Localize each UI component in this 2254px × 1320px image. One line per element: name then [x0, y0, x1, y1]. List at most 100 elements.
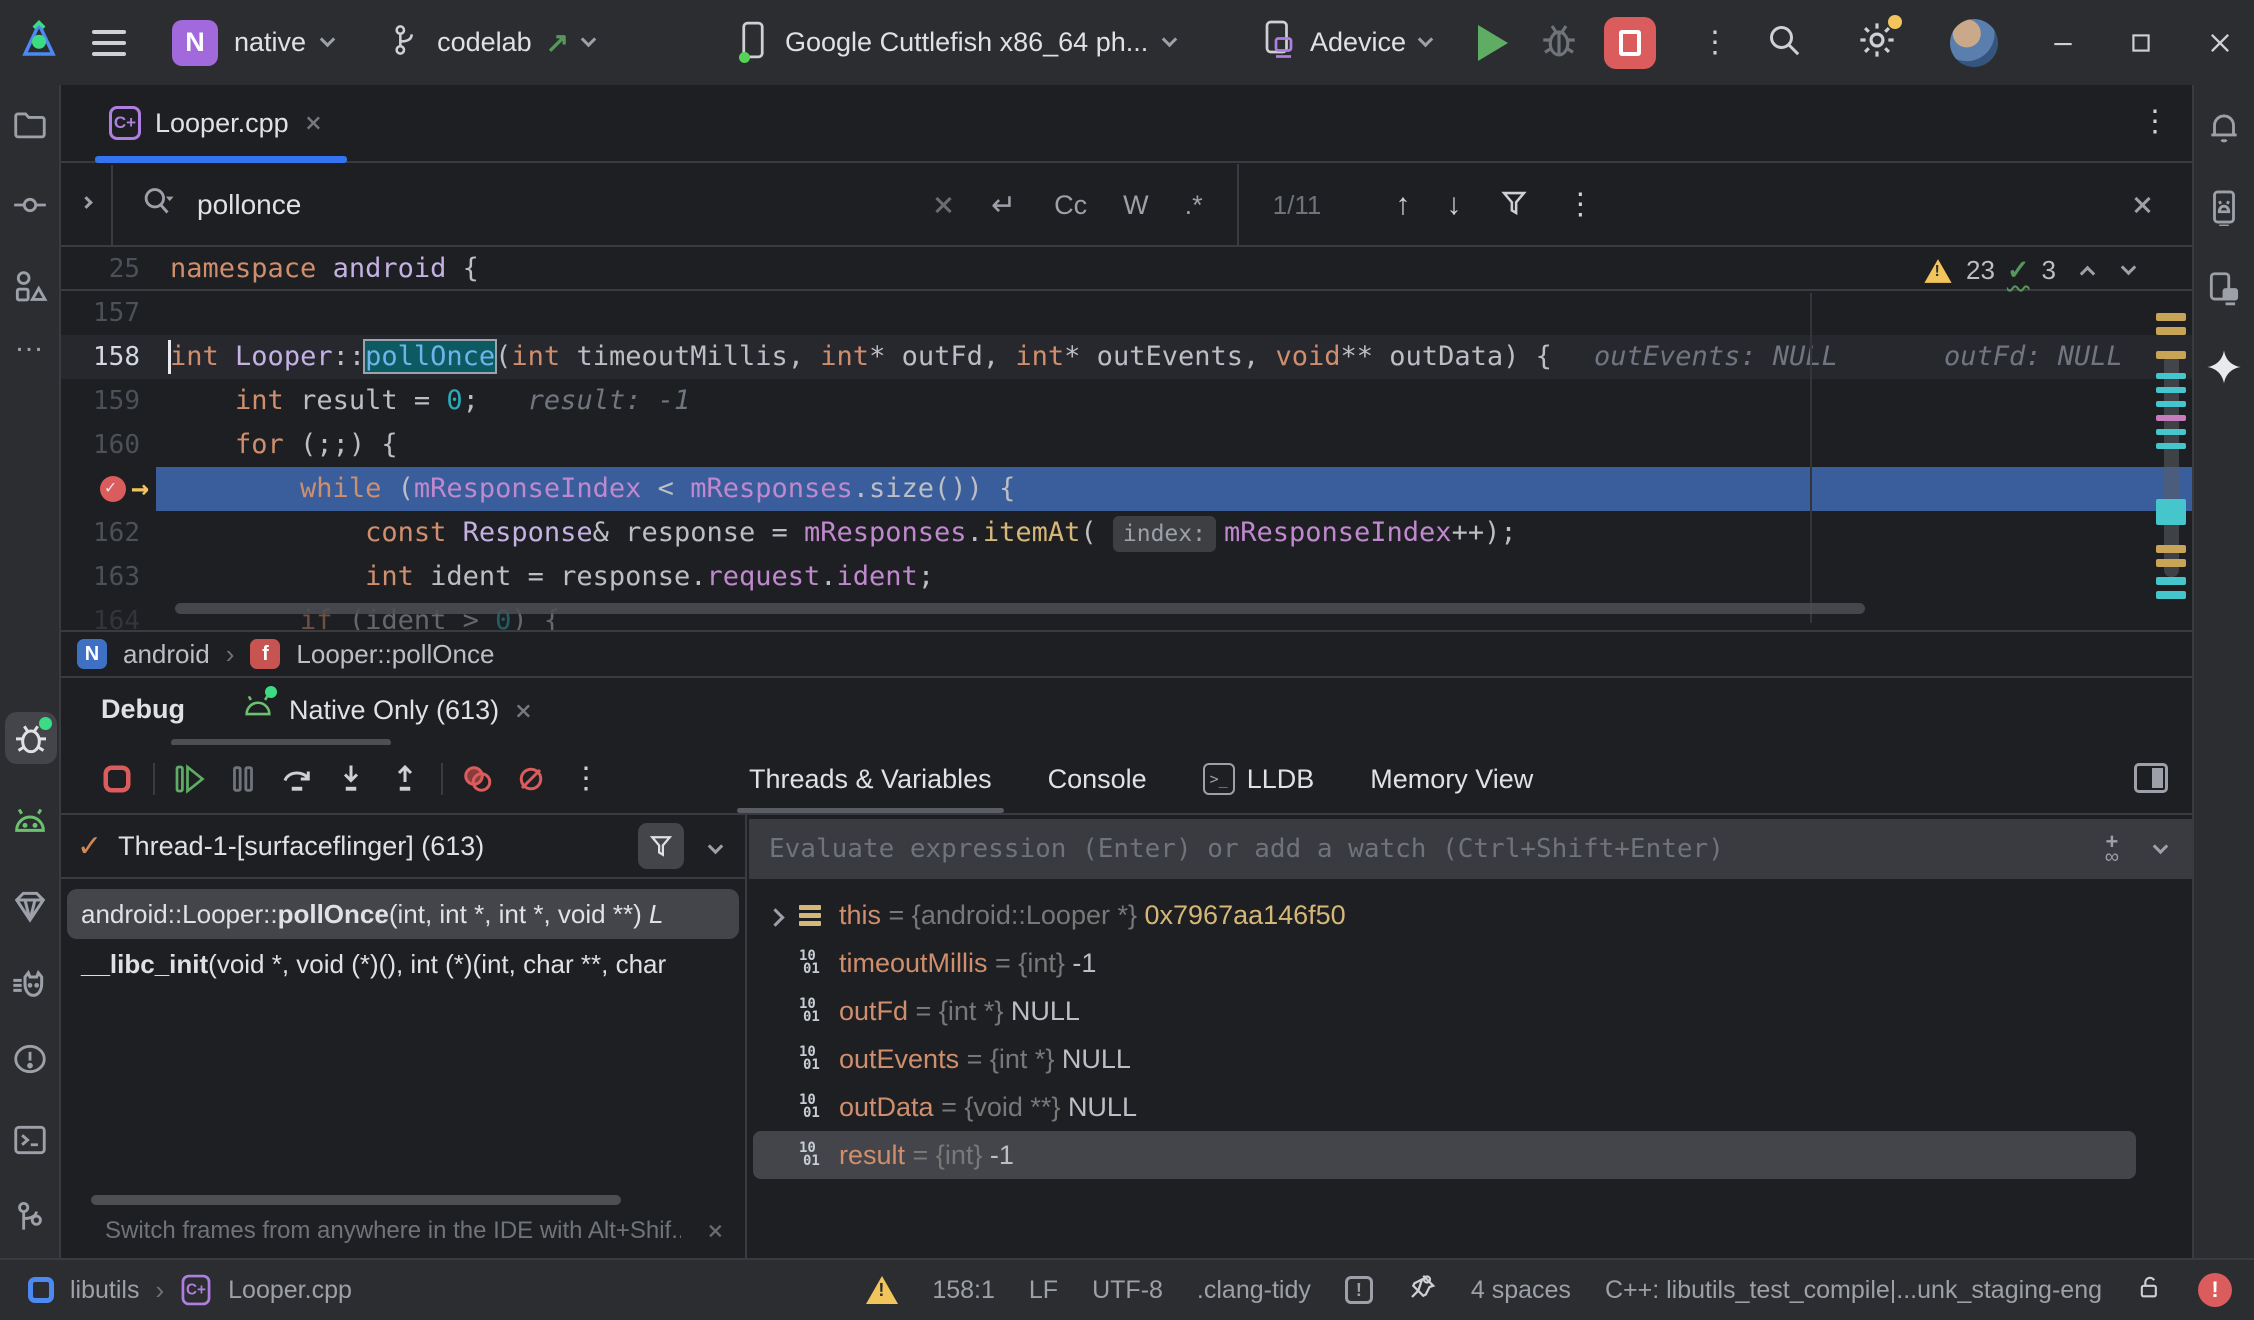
pin-icon[interactable] [1407, 1272, 1437, 1309]
vcs-branch-widget[interactable]: codelab ↗ [389, 23, 594, 62]
newline-icon[interactable]: ↵ [991, 188, 1016, 223]
statusbar-module[interactable]: libutils [70, 1276, 139, 1305]
tab-close-icon[interactable] [305, 115, 321, 131]
variable-row-result[interactable]: 1001result = {int} -1 [753, 1131, 2136, 1179]
thread-selector[interactable]: ✓ Thread-1-[surfaceflinger] (613) [61, 815, 745, 879]
line-number[interactable]: 157 [61, 291, 156, 335]
evaluate-expression-bar[interactable]: Evaluate expression (Enter) or add a wat… [749, 819, 2192, 879]
debug-tool-window-icon[interactable] [5, 712, 57, 764]
gemini-sparkle-icon[interactable] [2204, 347, 2244, 387]
search-expand-chevron[interactable] [61, 165, 113, 245]
line-number[interactable]: 164 [61, 599, 156, 630]
close-session-icon[interactable] [515, 703, 531, 719]
problems-icon[interactable] [10, 1039, 50, 1079]
app-quality-insights-icon[interactable] [10, 885, 50, 925]
search-filter-icon[interactable] [1497, 186, 1531, 225]
frames-scrollbar[interactable] [91, 1195, 621, 1205]
adevice-selector[interactable]: Adevice [1262, 0, 1431, 85]
expand-chevron[interactable] [761, 900, 799, 931]
inspections-widget[interactable]: 23 ✓ 3 [1922, 255, 2134, 286]
step-over-button[interactable] [275, 757, 319, 801]
clear-search-icon[interactable] [933, 195, 953, 215]
layout-settings-icon[interactable] [2134, 763, 2168, 793]
editor-tab-looper-cpp[interactable]: C+ Looper.cpp [99, 85, 333, 161]
running-devices-icon[interactable] [2204, 187, 2244, 227]
frame-row-pollOnce[interactable]: android::Looper::pollOnce(int, int *, in… [67, 889, 739, 939]
next-match-icon[interactable]: ↓ [1446, 188, 1461, 222]
settings-gear-icon[interactable] [1856, 19, 1898, 66]
search-everywhere-icon[interactable] [1764, 20, 1804, 65]
window-close-button[interactable] [2206, 29, 2234, 57]
line-number[interactable]: 162 [61, 511, 156, 555]
run-button[interactable] [1478, 25, 1508, 61]
project-folder-icon[interactable] [10, 105, 50, 145]
debug-button[interactable] [1538, 19, 1580, 66]
stop-button[interactable] [1604, 17, 1656, 69]
caret-position[interactable]: 158:1 [932, 1276, 995, 1305]
close-search-icon[interactable] [2132, 195, 2152, 215]
resume-button[interactable] [167, 757, 211, 801]
frame-row-__libc_init[interactable]: __libc_init(void *, void (*)(), int (*)(… [67, 939, 739, 989]
line-number[interactable]: 25 [61, 247, 156, 289]
tab-console[interactable]: Console [1020, 745, 1175, 813]
debug-panel-title[interactable]: Debug [101, 694, 185, 725]
previous-match-icon[interactable]: ↑ [1395, 188, 1410, 222]
line-number[interactable]: 159 [61, 379, 156, 423]
main-menu-icon[interactable] [92, 23, 126, 63]
breakpoint-icon[interactable] [100, 476, 126, 502]
line-separator[interactable]: LF [1029, 1276, 1058, 1305]
code-editor[interactable]: 25 namespace android { 157 158 int Loope… [61, 247, 2192, 630]
search-history-icon[interactable] [139, 184, 177, 227]
statusbar-warning-icon[interactable] [866, 1276, 898, 1304]
view-breakpoints-button[interactable] [455, 757, 499, 801]
variable-row-outEvents[interactable]: 1001outEvents = {int *} NULL [753, 1035, 2136, 1083]
window-minimize-button[interactable] [2050, 30, 2076, 56]
statusbar-file[interactable]: Looper.cpp [228, 1276, 352, 1305]
search-field[interactable]: pollonce [113, 184, 933, 227]
whole-words-toggle[interactable]: W [1123, 190, 1148, 221]
hide-frames-filter-button[interactable] [638, 823, 684, 869]
horizontal-scrollbar[interactable] [175, 603, 1865, 614]
editor-scroll-marks[interactable] [2148, 247, 2192, 630]
pause-button[interactable] [221, 757, 265, 801]
thread-dropdown-chevron[interactable] [708, 838, 724, 854]
regex-toggle[interactable]: .* [1185, 190, 1203, 221]
more-tool-windows-icon[interactable]: … [10, 322, 50, 362]
variable-row-outFd[interactable]: 1001outFd = {int *} NULL [753, 987, 2136, 1035]
device-mirroring-icon[interactable] [2204, 268, 2244, 308]
variable-row-outData[interactable]: 1001outData = {void **} NULL [753, 1083, 2136, 1131]
tab-lldb[interactable]: >_LLDB [1175, 745, 1343, 813]
debug-session-tab[interactable]: Native Only (613) [241, 690, 533, 731]
error-notification-badge[interactable]: ! [2198, 1273, 2232, 1307]
tab-threads-variables[interactable]: Threads & Variables [721, 745, 1020, 813]
file-encoding[interactable]: UTF-8 [1092, 1276, 1163, 1305]
next-issue-chevron[interactable] [2121, 260, 2137, 276]
notifications-bell-icon[interactable] [2204, 107, 2244, 147]
commit-icon[interactable] [10, 185, 50, 225]
tab-options-icon[interactable]: ⋮ [2140, 109, 2170, 135]
version-control-icon[interactable] [10, 1197, 50, 1237]
breadcrumb-item-pollonce[interactable]: Looper::pollOnce [296, 639, 494, 670]
step-into-button[interactable] [329, 757, 373, 801]
dismiss-hint-icon[interactable] [708, 1224, 723, 1239]
breadcrumb-item-android[interactable]: android [123, 639, 210, 670]
profiler-cat-icon[interactable] [10, 967, 50, 1007]
stop-process-button[interactable] [95, 757, 139, 801]
terminal-icon[interactable] [10, 1120, 50, 1160]
mute-breakpoints-button[interactable] [509, 757, 553, 801]
variable-row-this[interactable]: this = {android::Looper *} 0x7967aa146f5… [753, 891, 2136, 939]
logcat-android-icon[interactable] [10, 802, 50, 842]
evaluate-expand-chevron[interactable] [2153, 838, 2169, 854]
line-number[interactable]: 163 [61, 555, 156, 599]
indent-setting[interactable]: 4 spaces [1471, 1276, 1571, 1305]
variable-row-timeoutMillis[interactable]: 1001timeoutMillis = {int} -1 [753, 939, 2136, 987]
debug-more-icon[interactable]: ⋮ [571, 766, 601, 792]
resource-manager-icon[interactable] [10, 266, 50, 306]
search-more-icon[interactable]: ⋮ [1565, 192, 1595, 218]
prev-issue-chevron[interactable] [2080, 266, 2096, 282]
line-number[interactable]: 160 [61, 423, 156, 467]
clang-tidy-widget[interactable]: .clang-tidy [1197, 1276, 1311, 1305]
run-configuration-selector[interactable]: N native [172, 20, 333, 66]
match-case-toggle[interactable]: Cc [1054, 190, 1087, 221]
add-watch-icon[interactable]: +∞ [2105, 834, 2119, 864]
